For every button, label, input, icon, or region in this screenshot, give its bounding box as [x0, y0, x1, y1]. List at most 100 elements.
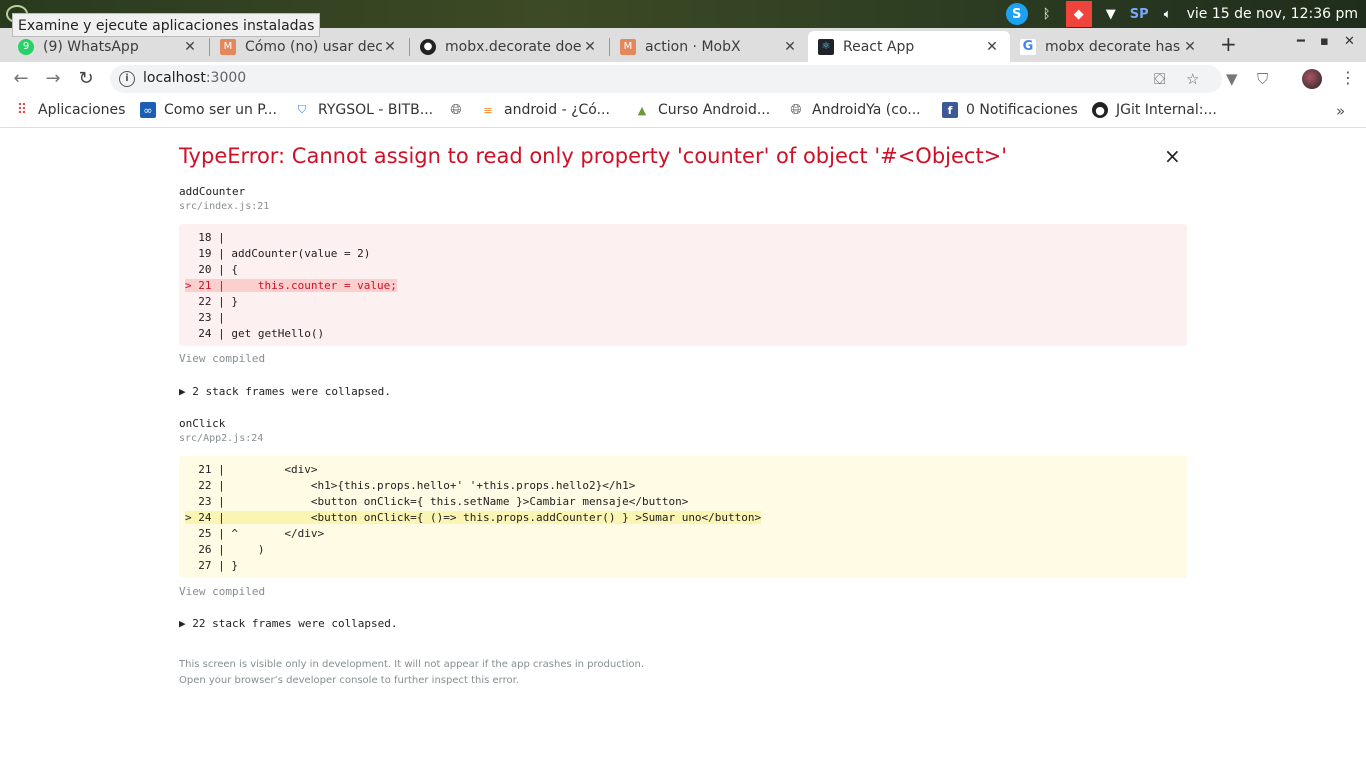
bookmark-label: Aplicaciones: [38, 102, 126, 118]
code-line: 27 | }: [185, 559, 238, 572]
code-line: 26 | ): [185, 543, 265, 556]
code-line: 18 |: [185, 231, 225, 244]
close-icon[interactable]: ×: [1164, 144, 1181, 168]
frame-location[interactable]: src/index.js:21: [179, 201, 269, 212]
code-line: 25 | ^ </div>: [185, 527, 325, 540]
bookmark-label: JGit Internal:...: [1116, 102, 1217, 118]
profile-avatar[interactable]: [1302, 69, 1322, 89]
shield-extension-icon[interactable]: ⛉: [1257, 70, 1268, 88]
view-compiled-link[interactable]: View compiled: [179, 352, 265, 365]
code-line-highlighted: > 24 | <button onClick={ ()=> this.props…: [185, 511, 762, 524]
bookmark-androidya[interactable]: 🌐︎ AndroidYa (co...: [788, 102, 921, 118]
close-window-icon[interactable]: ✕: [1344, 34, 1355, 49]
bookmark-jgit[interactable]: ● JGit Internal:...: [1092, 102, 1217, 118]
infinity-icon: ∞: [140, 102, 156, 118]
tab-mobx-decorate[interactable]: ● mobx.decorate does ✕: [410, 31, 608, 62]
dev-notice: Open your browser’s developer console to…: [179, 675, 519, 686]
tab-action-mobx[interactable]: M action · MobX ✕: [610, 31, 808, 62]
bookmark-label: RYGSOL - BITB...: [318, 102, 434, 118]
bookmark-aplicaciones[interactable]: ⠿ Aplicaciones: [14, 102, 126, 118]
bookmark-curso-android[interactable]: ▲ Curso Android...: [634, 102, 770, 118]
more-bookmarks-icon[interactable]: »: [1336, 102, 1345, 120]
code-line: 22 | <h1>{this.props.hello+' '+this.prop…: [185, 479, 636, 492]
reload-icon[interactable]: ↻: [75, 68, 97, 90]
bookmark-star-icon[interactable]: ☆: [1186, 70, 1199, 88]
browser-toolbar: ← → ↻ i localhost:3000 ⛋ ☆ ▼ ⛉ ⋮: [0, 62, 1366, 96]
tab-title: mobx.decorate does: [445, 38, 582, 55]
url-text[interactable]: localhost:3000: [143, 70, 246, 86]
anydesk-icon[interactable]: ◆: [1065, 1, 1092, 27]
volume-icon[interactable]: 🔈︎: [1158, 4, 1178, 24]
facebook-icon: f: [942, 102, 958, 118]
code-line: 23 |: [185, 311, 225, 324]
view-compiled-link[interactable]: View compiled: [179, 585, 265, 598]
bookmark-label: AndroidYa (co...: [812, 102, 921, 118]
error-title: TypeError: Cannot assign to read only pr…: [179, 144, 1008, 168]
translate-icon[interactable]: ⛋: [1154, 70, 1165, 88]
skype-icon[interactable]: S: [1005, 3, 1028, 25]
tab-title: (9) WhatsApp: [43, 38, 139, 55]
minimize-icon[interactable]: ━: [1297, 34, 1305, 49]
bookmark-label: Como ser un P...: [164, 102, 277, 118]
collapsed-frames-toggle[interactable]: ▶ 2 stack frames were collapsed.: [179, 385, 391, 398]
frame-function-name: onClick: [179, 417, 226, 430]
collapsed-frames-toggle[interactable]: ▶ 22 stack frames were collapsed.: [179, 617, 398, 630]
code-snippet: 21 | <div> 22 | <h1>{this.props.hello+' …: [179, 456, 1187, 578]
bluetooth-icon[interactable]: ᛒ: [1037, 4, 1057, 24]
close-tab-icon[interactable]: ✕: [582, 39, 598, 55]
frame-location[interactable]: src/App2.js:24: [179, 433, 263, 444]
globe-icon: 🌐︎: [450, 102, 462, 118]
tab-title: action · MobX: [645, 38, 741, 55]
maximize-icon[interactable]: ▪: [1320, 34, 1329, 49]
bookmark-label: Curso Android...: [658, 102, 771, 118]
bookmarks-bar: ⠿ Aplicaciones ∞ Como ser un P... ⛉ RYGS…: [0, 96, 1366, 128]
clock[interactable]: vie 15 de nov, 12:36 pm: [1187, 6, 1358, 22]
tab-mobx-decorate-search[interactable]: G mobx decorate has ✕: [1010, 31, 1208, 62]
tab-title: Cómo (no) usar decorators: [245, 38, 382, 55]
dev-notice: This screen is visible only in developme…: [179, 659, 645, 670]
back-arrow-icon[interactable]: ←: [10, 68, 32, 90]
code-line: 22 | }: [185, 295, 238, 308]
wifi-icon[interactable]: ▼: [1101, 4, 1121, 24]
code-line: 23 | <button onClick={ this.setName }>Ca…: [185, 495, 689, 508]
close-tab-icon[interactable]: ✕: [382, 39, 398, 55]
code-line: 21 | <div>: [185, 463, 318, 476]
bookmark-android-como[interactable]: ≡ android - ¿Có...: [480, 102, 610, 118]
os-status-area: S ᛒ ◆ ▼ SP 🔈︎ vie 15 de nov, 12:36 pm: [1005, 0, 1358, 28]
address-bar[interactable]: i localhost:3000 ⛋ ☆: [110, 65, 1222, 93]
google-icon: G: [1020, 38, 1036, 55]
browser-menu-icon[interactable]: ⋮: [1340, 68, 1356, 87]
react-icon: ⚛: [818, 38, 834, 55]
new-tab-button[interactable]: +: [1220, 32, 1237, 56]
bookmark-como-ser[interactable]: ∞ Como ser un P...: [140, 102, 277, 118]
forward-arrow-icon[interactable]: →: [42, 68, 64, 90]
github-icon: ●: [1092, 102, 1108, 118]
vue-devtools-icon[interactable]: ▼: [1226, 70, 1238, 88]
tab-title: mobx decorate has: [1045, 38, 1181, 55]
bookmark-globe[interactable]: 🌐︎: [448, 102, 472, 118]
frame-function-name: addCounter: [179, 185, 246, 198]
apps-grid-icon: ⠿: [16, 102, 28, 118]
mobx-icon: M: [620, 38, 636, 55]
bookmark-notificaciones[interactable]: f 0 Notificaciones: [942, 102, 1078, 118]
close-tab-icon[interactable]: ✕: [984, 39, 1000, 55]
code-line-highlighted: > 21 | this.counter = value;: [185, 279, 397, 292]
close-tab-icon[interactable]: ✕: [782, 39, 798, 55]
whatsapp-icon: 9: [18, 38, 34, 55]
code-snippet: 18 | 19 | addCounter(value = 2) 20 | { >…: [179, 224, 1187, 346]
keyboard-layout-indicator[interactable]: SP: [1130, 7, 1149, 22]
tab-title: React App: [843, 38, 915, 55]
bookmark-label: android - ¿Có...: [504, 102, 610, 118]
close-tab-icon[interactable]: ✕: [1182, 39, 1198, 55]
info-icon[interactable]: i: [119, 71, 135, 87]
close-tab-icon[interactable]: ✕: [182, 39, 198, 55]
code-line: 24 | get getHello(): [185, 327, 325, 340]
code-line: 19 | addCounter(value = 2): [185, 247, 371, 260]
github-icon: ●: [420, 38, 436, 55]
globe-icon: 🌐︎: [790, 102, 802, 118]
tab-react-app[interactable]: ⚛ React App ✕: [808, 31, 1010, 62]
bookmark-label: 0 Notificaciones: [966, 102, 1078, 118]
bookmark-rygsol[interactable]: ⛉ RYGSOL - BITB...: [294, 102, 433, 118]
bitbucket-icon: ⛉: [297, 103, 307, 116]
stackoverflow-icon: ≡: [483, 103, 493, 117]
